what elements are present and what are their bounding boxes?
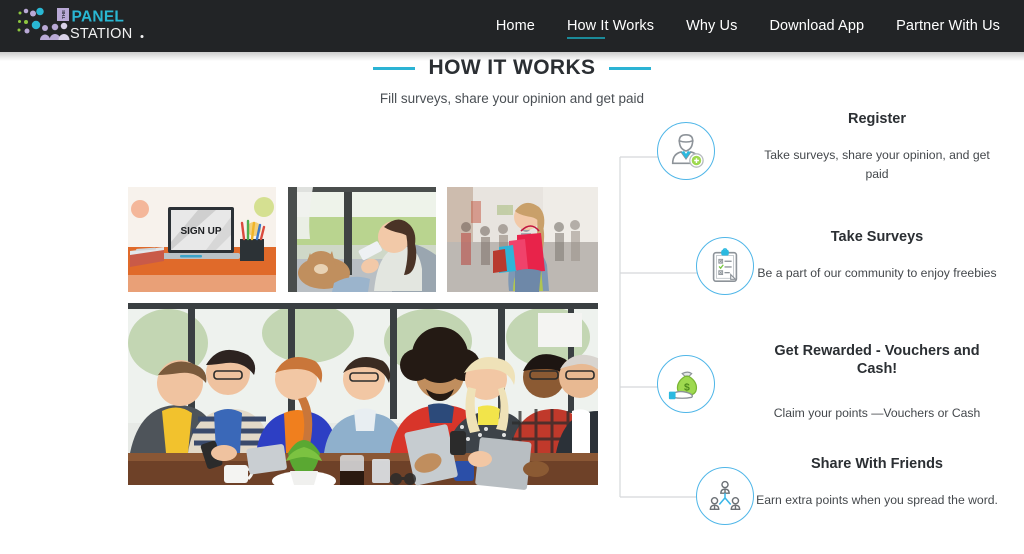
step-title: Share With Friends: [810, 456, 943, 472]
section-header: HOW IT WORKS Fill surveys, share your op…: [0, 56, 1024, 106]
step-register-text: Register Take surveys, share your opinio…: [730, 110, 1024, 184]
money-bag-reward-icon: $: [657, 355, 715, 413]
register-person-icon: [657, 122, 715, 180]
page-title: HOW IT WORKS: [428, 56, 596, 79]
panel-station-logo[interactable]: THE PANEL STATION: [14, 5, 149, 47]
sign-up-caption: SIGN UP: [180, 226, 221, 237]
image-collage: SIGN UP: [128, 187, 598, 493]
step-take-surveys-text: Take Surveys Be a part of our community …: [730, 228, 1024, 283]
step-get-rewarded-text: Get Rewarded - Vouchers and Cash! Claim …: [730, 342, 1024, 423]
title-dash-left-icon: [372, 66, 415, 70]
step-description: Take surveys, share your opinion, and ge…: [764, 148, 990, 182]
step-description: Earn extra points when you spread the wo…: [756, 493, 998, 508]
collage-image-laptop-sign-up: SIGN UP: [128, 187, 276, 292]
svg-text:PANEL: PANEL: [72, 9, 125, 26]
step-title: Take Surveys: [830, 229, 924, 245]
step-description: Be a part of our community to enjoy free…: [757, 266, 997, 281]
site-header: THE PANEL STATION Home How It Works Why …: [0, 0, 1024, 52]
step-title: Get Rewarded - Vouchers and Cash!: [774, 343, 980, 378]
steps-flow: Register Take surveys, share your opinio…: [600, 110, 1024, 554]
nav-item-download-app[interactable]: Download App: [753, 0, 880, 52]
nav-item-partner-with-us[interactable]: Partner With Us: [880, 0, 1016, 52]
nav-item-why-us[interactable]: Why Us: [670, 0, 753, 52]
svg-text:THE: THE: [61, 10, 66, 19]
title-row: HOW IT WORKS: [0, 56, 1024, 80]
step-share-with-friends-text: Share With Friends Earn extra points whe…: [730, 455, 1024, 510]
page-subtitle: Fill surveys, share your opinion and get…: [379, 91, 645, 106]
nav-item-home[interactable]: Home: [480, 0, 551, 52]
step-title: Register: [847, 111, 907, 127]
collage-image-shopper-with-bags: [447, 187, 598, 292]
nav-item-how-it-works[interactable]: How It Works: [551, 0, 670, 52]
step-description: Claim your points —Vouchers or Cash: [773, 406, 981, 421]
collage-image-woman-with-phone: [288, 187, 436, 292]
svg-text:STATION: STATION: [70, 26, 132, 42]
main-navigation: Home How It Works Why Us Download App Pa…: [480, 0, 1016, 52]
title-dash-right-icon: [609, 66, 652, 70]
collage-image-group-of-friends: [128, 303, 598, 493]
